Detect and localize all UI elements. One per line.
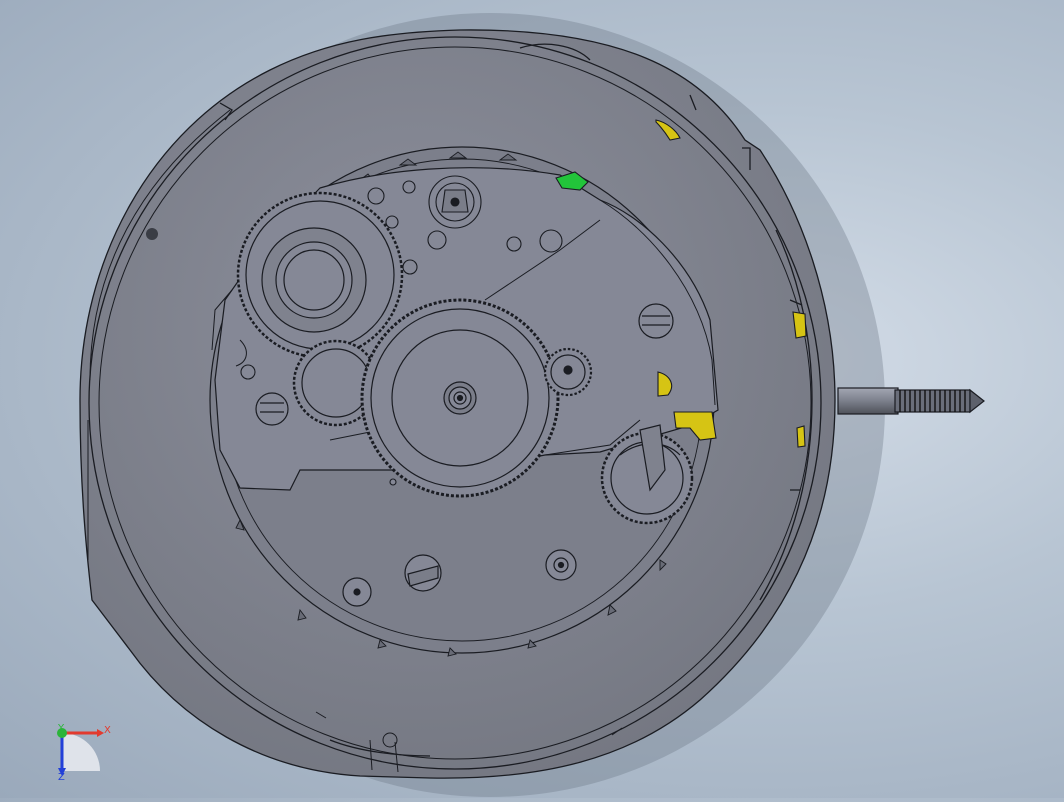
orientation-triad: X Y Z: [57, 723, 111, 783]
center-wheel[interactable]: [360, 298, 560, 498]
triad-x-label: X: [104, 725, 111, 736]
triad-z-label: Z: [58, 772, 65, 783]
barrel-wheel[interactable]: [236, 191, 404, 359]
triad-y-label: Y: [57, 723, 65, 734]
ratchet-jewel[interactable]: [428, 175, 482, 229]
cad-viewport[interactable]: X Y Z: [0, 0, 1064, 798]
watch-movement-model[interactable]: X Y Z: [0, 0, 1064, 798]
fourth-wheel[interactable]: [543, 347, 593, 397]
winding-stem[interactable]: [837, 387, 985, 415]
